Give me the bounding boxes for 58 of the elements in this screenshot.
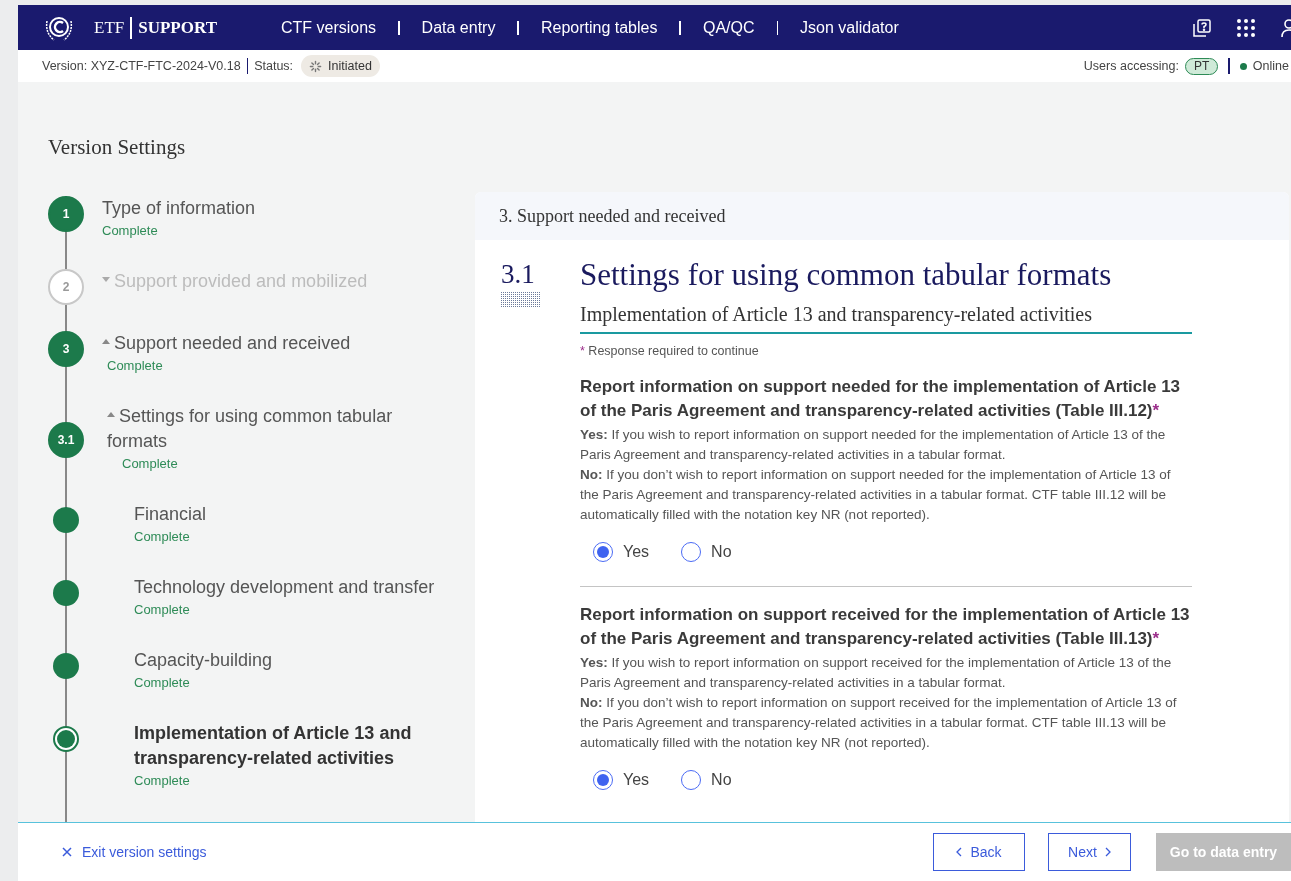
settings-title: Settings for using common tabular formats (580, 258, 1113, 292)
step-title[interactable]: Implementation of Article 13 and transparency-related activities (134, 720, 457, 771)
close-icon (62, 847, 72, 857)
version-label: Version: XYZ-CTF-FTC-2024-V0.18 (42, 57, 241, 75)
step-number[interactable]: 3.1 (48, 421, 84, 458)
settings-subtitle: Implementation of Article 13 and transparency-related activities (580, 300, 1192, 334)
chevron-right-icon (1104, 847, 1111, 857)
radio-option[interactable]: No (681, 767, 732, 792)
no-explanation: No: If you don’t wish to report information on support needed for the implementation of Article 13 of the Paris Agreement and transparency-related activities in a tabular format. CTF table III.12 will be automatically filled with the notation key NR (not reported). (580, 465, 1172, 524)
nav-link[interactable]: Reporting tables (540, 15, 658, 40)
required-note: * Response required to continue (580, 343, 760, 360)
step-status: Complete (121, 454, 179, 473)
caret-up-icon[interactable] (107, 412, 115, 418)
yes-explanation: Yes: If you wish to report information on support needed for the implementation of Article 13 of the Paris Agreement and transparency-related activities in a tabular format. (580, 425, 1167, 464)
radio-option[interactable]: Yes (593, 767, 650, 792)
user-initials-badge: PT (1185, 57, 1219, 75)
exit-link[interactable]: Exit version settings (62, 841, 207, 863)
yes-explanation: Yes: If you wish to report information on support received for the implementation of Article 13 of the Paris Agreement and transparency-related activities in a tabular format. (580, 653, 1173, 692)
connection-status: Online (1252, 57, 1290, 75)
step-title[interactable]: Capacity-building (134, 647, 457, 673)
step-status: Complete (134, 600, 191, 619)
radio-option[interactable]: Yes (593, 539, 650, 564)
help-icon[interactable] (1193, 18, 1211, 37)
step-title[interactable]: Financial (134, 501, 457, 527)
step-status: Complete (134, 527, 191, 546)
step-status: Complete (106, 356, 164, 375)
apps-grid-icon[interactable] (1237, 18, 1255, 37)
nav-link[interactable]: Data entry (421, 15, 496, 40)
section-number: 3.1 (501, 258, 536, 290)
step-title[interactable]: Type of information (102, 195, 457, 221)
step-title[interactable]: Technology development and transfer (134, 574, 457, 600)
question-title: Report information on support needed for the implementation of Article 13 of the Paris Agreement and transparency-related activities (Table III.12)* (580, 375, 1182, 422)
step-status: Complete (134, 771, 191, 790)
question-title: Report information on support received for the implementation of Article 13 of the Paris Agreement and transparency-related activities (Table III.13)* (580, 603, 1191, 650)
step-number[interactable]: 3 (48, 330, 84, 367)
status-badge: Initiated (301, 54, 380, 78)
chevron-left-icon (956, 847, 963, 857)
back-button[interactable]: Back (933, 833, 1025, 871)
step-status: Complete (102, 221, 159, 240)
radio-option[interactable]: No (681, 539, 732, 564)
no-explanation: No: If you don’t wish to report information on support received for the implementation of Article 13 of the Paris Agreement and transparency-related activities in a tabular format. CTF table III.13 will be automatically filled with the notation key NR (not reported). (580, 693, 1178, 752)
brand-name: ETF (94, 16, 125, 39)
step-status: Complete (134, 673, 191, 692)
nav-link[interactable]: CTF versions (281, 15, 377, 40)
status-label: Status: (254, 57, 294, 75)
users-label: Users accessing: (1083, 57, 1179, 75)
nav-link[interactable]: Json validator (800, 15, 899, 40)
spinner-icon (309, 59, 323, 73)
section-title: 3. Support needed and received (499, 204, 726, 228)
dotted-pattern-icon (501, 292, 541, 308)
page-title: Version Settings (47, 134, 187, 161)
brand-name: SUPPORT (138, 16, 217, 39)
step-number[interactable]: 1 (48, 195, 84, 232)
nav-link[interactable]: QA/QC (702, 15, 755, 40)
step-title[interactable]: Settings for using common tabular formats (107, 403, 457, 454)
caret-up-icon[interactable] (102, 339, 110, 345)
step-title[interactable]: Support needed and received (102, 330, 457, 356)
next-button[interactable]: Next (1048, 833, 1131, 871)
